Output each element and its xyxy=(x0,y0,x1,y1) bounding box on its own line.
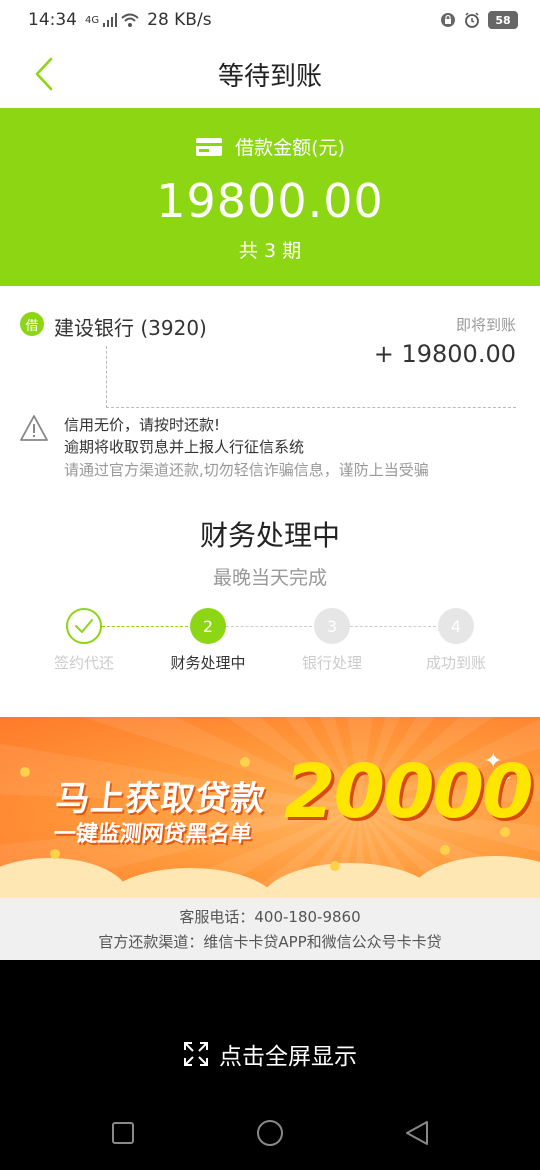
step-connector-1 xyxy=(102,626,188,627)
progress-steps: 2 3 4 签约代还 财务处理中 银行处理 成功到账 xyxy=(0,608,540,678)
arrival-status: 即将到账 xyxy=(455,316,516,334)
bank-name: 建设银行 (3920) xyxy=(54,316,207,340)
coin-icon xyxy=(330,861,340,871)
recent-apps-button[interactable] xyxy=(108,1118,138,1148)
network-speed: 28 KB/s xyxy=(147,10,212,30)
coin-icon xyxy=(240,757,250,767)
banner-amount: 20000 xyxy=(284,749,533,835)
periods-label: 共 3 期 xyxy=(238,240,302,262)
amount-value: 19800.00 xyxy=(156,174,384,228)
circle-icon xyxy=(257,1120,283,1146)
process-title: 财务处理中 xyxy=(199,519,340,552)
banner-subline: 一键监测网贷黑名单 xyxy=(52,822,254,847)
warning-line-3: 请通过官方渠道还款,切勿轻信诈骗信息，谨防上当受骗 xyxy=(64,461,429,479)
process-subtitle: 最晚当天完成 xyxy=(212,567,327,589)
step-2-circle: 2 xyxy=(190,608,226,644)
step-4-circle: 4 xyxy=(438,608,474,644)
coin-icon xyxy=(440,845,450,855)
step-connector-3 xyxy=(350,626,436,627)
back-button[interactable] xyxy=(24,54,64,94)
triangle-back-icon xyxy=(406,1121,428,1145)
amount-label: 借款金额(元) xyxy=(235,137,345,159)
step-2-label: 财务处理中 xyxy=(170,654,246,672)
battery-icon: 58 xyxy=(488,11,518,29)
app-header: 等待到账 xyxy=(0,40,540,108)
loan-badge: 借 xyxy=(20,312,44,336)
warning-line-2: 逾期将收取罚息并上报人行征信系统 xyxy=(64,438,305,456)
signal-icon xyxy=(103,13,118,27)
chevron-left-icon xyxy=(35,57,53,91)
check-icon xyxy=(75,619,93,633)
coin-icon xyxy=(50,849,60,859)
back-nav-button[interactable] xyxy=(402,1118,432,1148)
alarm-icon xyxy=(465,12,479,28)
arrival-amount: + 19800.00 xyxy=(373,340,516,368)
home-button[interactable] xyxy=(255,1118,285,1148)
step-3-label: 银行处理 xyxy=(301,654,362,672)
banner-headline: 马上获取贷款 xyxy=(53,779,268,819)
service-info: 客服电话：400-180-9860 官方还款渠道：维信卡卡贷APP和微信公众号卡… xyxy=(0,898,540,960)
step-4-label: 成功到账 xyxy=(425,654,486,672)
wifi-icon xyxy=(121,13,139,27)
step-1-label: 签约代还 xyxy=(53,654,114,672)
step-3-circle: 3 xyxy=(314,608,350,644)
expand-icon xyxy=(184,1042,208,1066)
service-phone: 客服电话：400-180-9860 xyxy=(179,908,361,926)
page-title: 等待到账 xyxy=(217,61,322,92)
card-icon xyxy=(196,137,223,156)
step-1-circle xyxy=(66,608,102,644)
status-bar: 14:34 4G 28 KB/s 58 xyxy=(0,0,540,40)
square-icon xyxy=(112,1122,134,1144)
network-type: 4G xyxy=(85,14,100,26)
main-content: 借 建设银行 (3920) 即将到账 + 19800.00 信用无价，请按时还款… xyxy=(0,286,540,717)
fullscreen-button[interactable]: 点击全屏显示 xyxy=(0,1036,540,1072)
coin-icon xyxy=(20,767,30,777)
promo-banner[interactable]: ✦ ✦ 马上获取贷款 一键监测网贷黑名单 20000 xyxy=(0,717,540,898)
repayment-channel: 官方还款渠道：维信卡卡贷APP和微信公众号卡卡贷 xyxy=(98,933,442,951)
status-time: 14:34 xyxy=(28,10,77,30)
amount-card: 借款金额(元) 19800.00 共 3 期 xyxy=(0,108,540,286)
lock-rotation-icon xyxy=(441,13,455,27)
warning-icon xyxy=(20,415,48,441)
warning-line-1: 信用无价，请按时还款! xyxy=(64,416,221,434)
step-connector-2 xyxy=(226,626,312,627)
system-nav-bar xyxy=(0,1110,540,1156)
fullscreen-label: 点击全屏显示 xyxy=(219,1044,357,1070)
